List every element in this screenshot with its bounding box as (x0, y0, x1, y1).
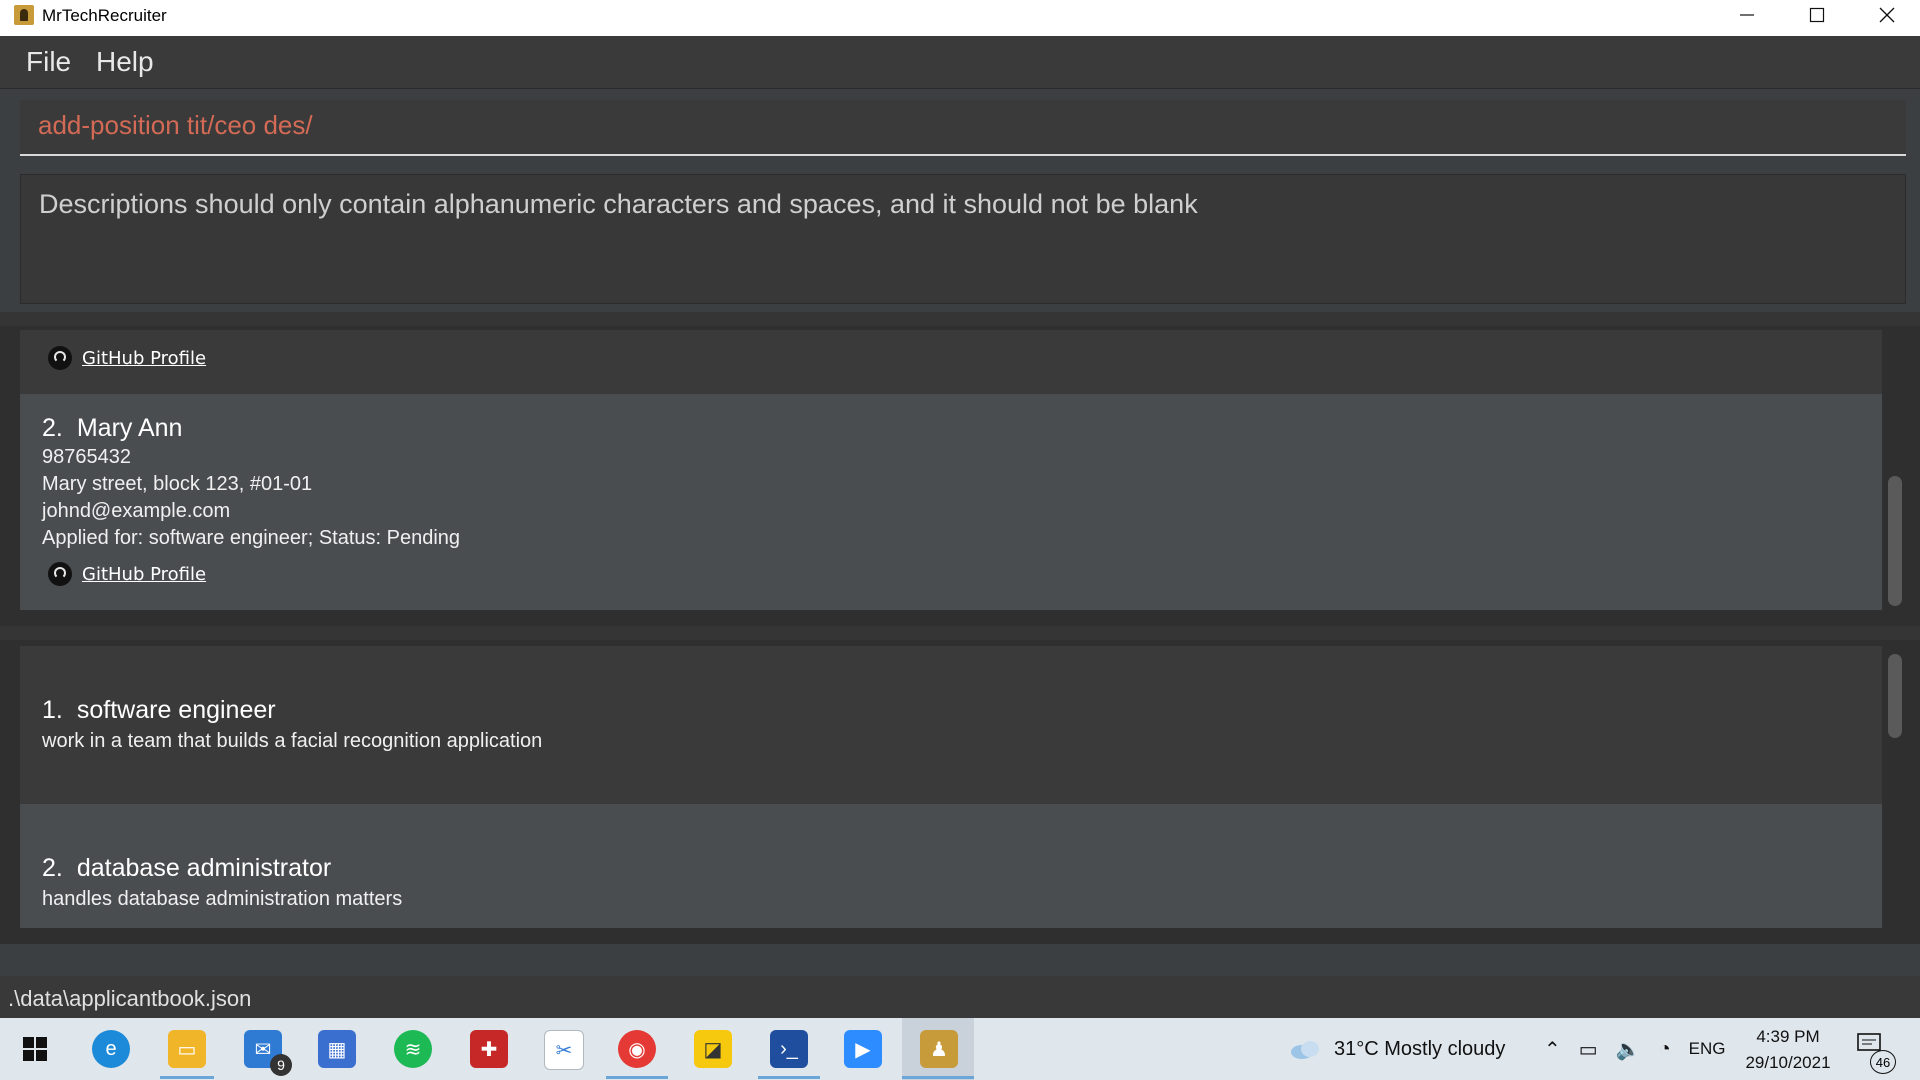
result-display: Descriptions should only contain alphanu… (20, 174, 1906, 304)
divider (0, 626, 1920, 640)
running-indicator (606, 1076, 668, 1079)
window-title: MrTechRecruiter (42, 6, 167, 25)
position-card[interactable]: 1. software engineer work in a team that … (20, 646, 1882, 804)
edge-icon[interactable]: e (92, 1030, 130, 1068)
applicant-card[interactable]: 2. Mary Ann 98765432 Mary street, block 1… (20, 394, 1882, 610)
file-explorer-icon[interactable]: ▭ (168, 1030, 206, 1068)
position-card[interactable]: 2. database administrator handles databas… (20, 804, 1882, 928)
system-tray: ⌃ ▭ 🔈 ◔ ENG (1544, 1018, 1726, 1080)
mrtechrecruiter-icon[interactable]: ♟ (920, 1030, 958, 1068)
github-link[interactable]: GitHub Profile (48, 346, 206, 370)
data-file-path: .\data\applicantbook.json (8, 986, 252, 1011)
position-title-text: software engineer (76, 696, 276, 724)
close-button[interactable] (1852, 0, 1920, 30)
chrome-icon[interactable]: ◉ (618, 1030, 656, 1068)
position-list-panel[interactable]: 1. software engineer work in a team that … (0, 640, 1920, 944)
applicant-address: Mary street, block 123, #01-01 (42, 473, 313, 495)
github-icon (48, 346, 72, 370)
position-title-text: database administrator (76, 854, 332, 882)
maximize-icon (1809, 7, 1825, 23)
applicant-name: 2. Mary Ann (42, 414, 182, 443)
store-icon[interactable]: ▦ (318, 1030, 356, 1068)
clock[interactable]: 4:39 PM 29/10/2021 (1736, 1024, 1840, 1076)
taskbar: e ▭ ✉ 9 ▦ ≋ ✚ ✂ ◉ ◪ ›_ ▶ ♟ 31°C Mostly c… (0, 1018, 1920, 1080)
applicant-applied: Applied for: software engineer; Status: … (42, 527, 461, 549)
weather-widget[interactable]: 31°C Mostly cloudy (1288, 1018, 1505, 1080)
powershell-icon[interactable]: ›_ (770, 1030, 808, 1068)
applicant-email: johnd@example.com (42, 500, 231, 522)
github-icon (48, 562, 72, 586)
minimize-icon (1740, 14, 1754, 16)
position-index: 1. (42, 696, 63, 724)
position-description: work in a team that builds a facial reco… (42, 730, 543, 752)
divider (0, 312, 1920, 326)
minimize-button[interactable] (1712, 0, 1782, 30)
app-icon (14, 5, 34, 25)
chevron-up-icon[interactable]: ⌃ (1544, 1037, 1561, 1062)
sticky-notes-icon[interactable]: ◪ (694, 1030, 732, 1068)
running-indicator (758, 1076, 820, 1079)
applicant-scrollbar[interactable] (1888, 476, 1902, 606)
applicant-name-text: Mary Ann (76, 414, 183, 442)
notification-button[interactable]: 46 (1856, 1032, 1896, 1074)
running-indicator (902, 1076, 974, 1079)
title-bar: MrTechRecruiter (0, 0, 1920, 36)
github-link[interactable]: GitHub Profile (48, 562, 206, 586)
close-icon (1879, 7, 1895, 23)
spotify-icon[interactable]: ≋ (394, 1030, 432, 1068)
position-title: 1. software engineer (42, 696, 276, 725)
command-text: add-position tit/ceo des/ (38, 110, 313, 140)
cloud-icon (1291, 1041, 1319, 1059)
command-input[interactable]: add-position tit/ceo des/ (20, 100, 1906, 156)
position-scrollbar[interactable] (1888, 654, 1902, 738)
menu-help[interactable]: Help (96, 46, 154, 78)
position-description: handles database administration matters (42, 888, 403, 910)
mail-badge: 9 (270, 1054, 292, 1076)
snip-icon[interactable]: ✂ (544, 1030, 584, 1070)
menu-file[interactable]: File (26, 46, 71, 78)
applicant-index: 2. (42, 414, 63, 442)
github-profile-link[interactable]: GitHub Profile (82, 348, 206, 369)
start-button[interactable] (16, 1030, 54, 1068)
notification-count: 46 (1870, 1050, 1896, 1074)
running-indicator (160, 1076, 214, 1079)
clock-time: 4:39 PM (1756, 1027, 1820, 1046)
maximize-button[interactable] (1782, 0, 1852, 30)
position-title: 2. database administrator (42, 854, 331, 883)
applicant-list-panel[interactable]: GitHub Profile 2. Mary Ann 98765432 Mary … (0, 326, 1920, 626)
language-indicator[interactable]: ENG (1689, 1039, 1726, 1059)
weather-text: 31°C Mostly cloudy (1334, 1037, 1506, 1060)
volume-icon[interactable]: 🔈 (1616, 1037, 1641, 1062)
position-index: 2. (42, 854, 63, 882)
status-bar: .\data\applicantbook.json (0, 976, 1920, 1018)
menu-bar: File Help (0, 36, 1920, 89)
zoom-icon[interactable]: ▶ (844, 1030, 882, 1068)
clock-date: 29/10/2021 (1745, 1053, 1831, 1072)
applicant-phone: 98765432 (42, 446, 131, 468)
gift-icon[interactable]: ✚ (470, 1030, 508, 1068)
applicant-card-partial: GitHub Profile (20, 330, 1882, 394)
battery-icon[interactable]: ▭ (1579, 1037, 1598, 1062)
result-message: Descriptions should only contain alphanu… (39, 189, 1198, 219)
github-profile-link[interactable]: GitHub Profile (82, 564, 206, 585)
windows-icon (23, 1037, 47, 1061)
wifi-icon[interactable]: ◔ (1659, 1038, 1671, 1061)
